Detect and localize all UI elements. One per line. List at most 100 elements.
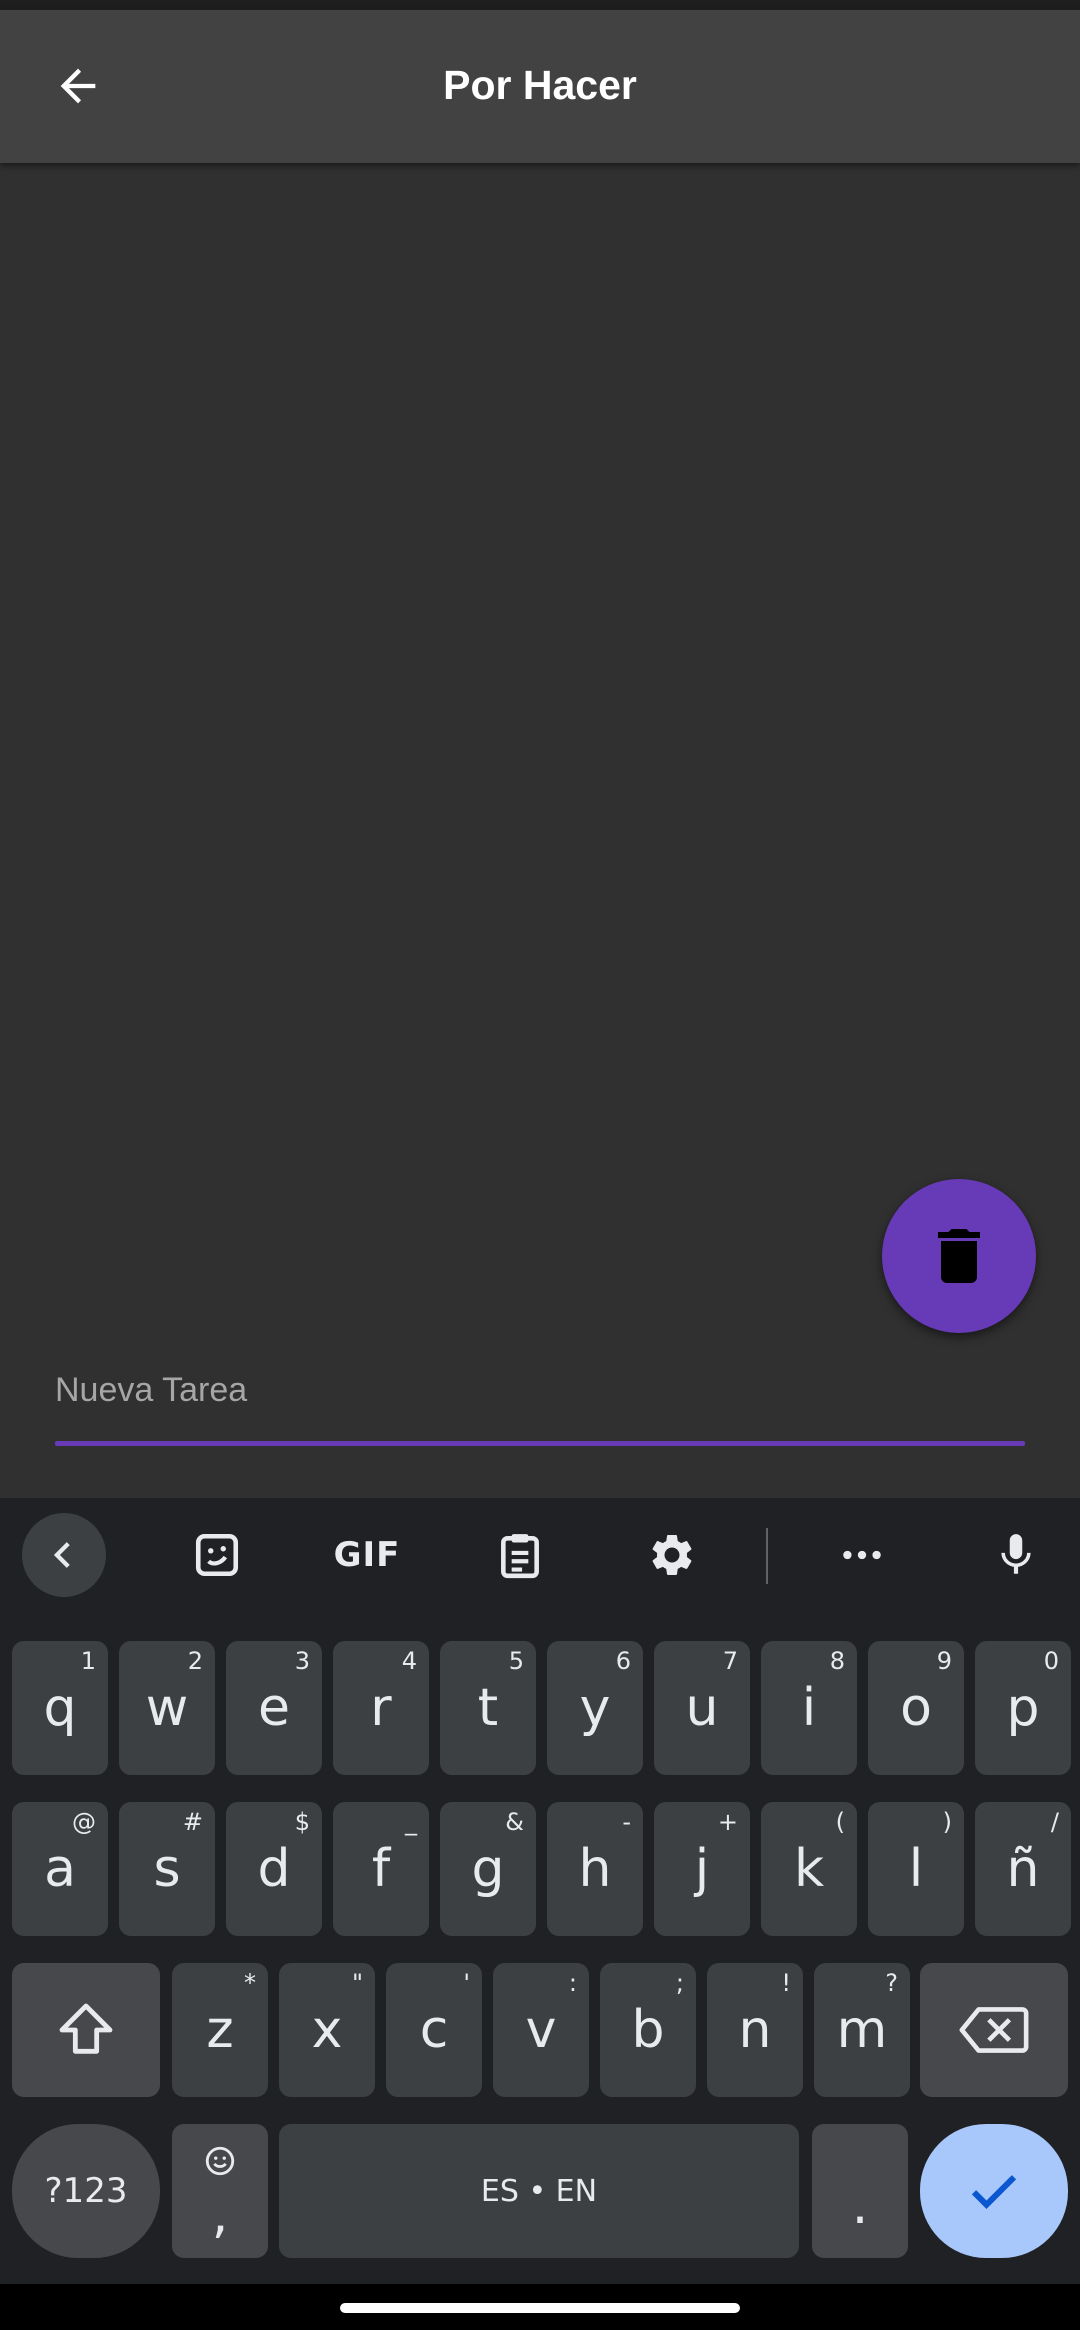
key-hint: @ [72, 1808, 96, 1836]
key-label: h [578, 1839, 612, 1899]
gif-button[interactable]: GIF [325, 1513, 409, 1597]
key-label: s [153, 1839, 181, 1899]
more-button[interactable] [820, 1513, 904, 1597]
key-label: r [370, 1678, 392, 1738]
key-hint: $ [294, 1808, 310, 1836]
key-c[interactable]: c ' [386, 1963, 482, 2097]
key-hint: * [244, 1969, 256, 1997]
key-label: i [801, 1678, 817, 1738]
period-key[interactable]: . [812, 2124, 908, 2258]
key-j[interactable]: j + [654, 1802, 750, 1936]
microphone-icon [1001, 1534, 1031, 1574]
key-h[interactable]: h- [547, 1802, 643, 1936]
shift-icon [59, 2003, 113, 2054]
voice-input-button[interactable] [974, 1513, 1058, 1597]
key-z[interactable]: z * [172, 1963, 268, 2097]
key-q[interactable]: q1 [12, 1641, 108, 1775]
key-label: j [694, 1839, 710, 1899]
key-label: z [206, 2000, 234, 2060]
key-hint: ( [835, 1808, 845, 1836]
new-task-input[interactable] [55, 1340, 1025, 1440]
key-r[interactable]: r4 [333, 1641, 429, 1775]
key-x[interactable]: x " [279, 1963, 375, 2097]
key-label: y [579, 1678, 611, 1738]
key-hint: ) [942, 1808, 952, 1836]
key-hint: 8 [829, 1647, 845, 1675]
comma-label: , [211, 2185, 229, 2245]
gif-label: GIF [333, 1535, 401, 1575]
symbols-key[interactable]: ?123 [12, 2124, 160, 2258]
key-k[interactable]: k( [761, 1802, 857, 1936]
key-t[interactable]: t5 [440, 1641, 536, 1775]
key-n[interactable]: n! [707, 1963, 803, 2097]
space-key[interactable]: ES • EN [279, 2124, 799, 2258]
key-label: p [1006, 1678, 1040, 1738]
delete-fab-button[interactable] [882, 1179, 1036, 1333]
key-p[interactable]: p0 [975, 1641, 1071, 1775]
key-hint: ? [885, 1969, 898, 1997]
app-bar: Por Hacer [0, 10, 1080, 163]
key-label: k [793, 1839, 825, 1899]
key-label: o [900, 1678, 932, 1738]
key-label: g [471, 1839, 505, 1899]
key-hint: 3 [294, 1647, 310, 1675]
key-hint: ; [675, 1969, 684, 1997]
key-b[interactable]: b; [600, 1963, 696, 2097]
toolbar-divider [766, 1528, 768, 1584]
key-label: x [311, 2000, 343, 2060]
enter-key[interactable] [920, 2124, 1068, 2258]
key-label: w [145, 1678, 189, 1738]
key-hint: 5 [508, 1647, 524, 1675]
settings-button[interactable] [630, 1513, 714, 1597]
key-d[interactable]: d $ [226, 1802, 322, 1936]
key-ñ[interactable]: ñ / [975, 1802, 1071, 1936]
check-icon [971, 2175, 1017, 2209]
period-label: . [851, 2176, 869, 2236]
new-task-field[interactable] [55, 1340, 1025, 1446]
input-underline [55, 1441, 1025, 1446]
key-u[interactable]: u7 [654, 1641, 750, 1775]
key-label: v [525, 2000, 557, 2060]
page-title: Por Hacer [443, 62, 637, 108]
key-hint: 1 [80, 1647, 96, 1675]
key-y[interactable]: y6 [547, 1641, 643, 1775]
key-hint: " [351, 1969, 363, 1997]
key-hint: _ [405, 1808, 417, 1836]
key-label: e [258, 1678, 290, 1738]
key-hint: 9 [936, 1647, 952, 1675]
more-horiz-icon [843, 1550, 881, 1560]
app-screen: Por Hacer [0, 0, 1080, 1498]
key-hint: - [622, 1808, 631, 1836]
key-m[interactable]: m? [814, 1963, 910, 2097]
space-label: ES • EN [480, 2173, 598, 2209]
key-w[interactable]: w2 [119, 1641, 215, 1775]
key-hint: 0 [1043, 1647, 1059, 1675]
key-f[interactable]: f _ [333, 1802, 429, 1936]
clipboard-button[interactable] [478, 1513, 562, 1597]
key-hint: : [568, 1969, 577, 1997]
key-e[interactable]: e3 [226, 1641, 322, 1775]
key-o[interactable]: o9 [868, 1641, 964, 1775]
shift-key[interactable] [12, 1963, 160, 2097]
key-a[interactable]: a @ [12, 1802, 108, 1936]
key-hint: 6 [615, 1647, 631, 1675]
key-hint: ' [463, 1969, 470, 1997]
key-label: n [738, 2000, 772, 2060]
key-g[interactable]: g & [440, 1802, 536, 1936]
backspace-key[interactable] [920, 1963, 1068, 2097]
symbols-label: ?123 [44, 2171, 128, 2211]
key-hint: 4 [401, 1647, 417, 1675]
sticker-icon [195, 1533, 239, 1577]
key-label: t [477, 1678, 499, 1738]
comma-emoji-key[interactable]: , [172, 2124, 268, 2258]
key-label: u [685, 1678, 719, 1738]
key-hint: + [717, 1808, 738, 1836]
keyboard-collapse-button[interactable] [22, 1513, 106, 1597]
key-l[interactable]: l) [868, 1802, 964, 1936]
keyboard-toolbar: GIF [0, 1498, 1080, 1618]
key-label: f [371, 1839, 391, 1899]
key-v[interactable]: v: [493, 1963, 589, 2097]
sticker-button[interactable] [175, 1513, 259, 1597]
key-i[interactable]: i8 [761, 1641, 857, 1775]
key-s[interactable]: s # [119, 1802, 215, 1936]
